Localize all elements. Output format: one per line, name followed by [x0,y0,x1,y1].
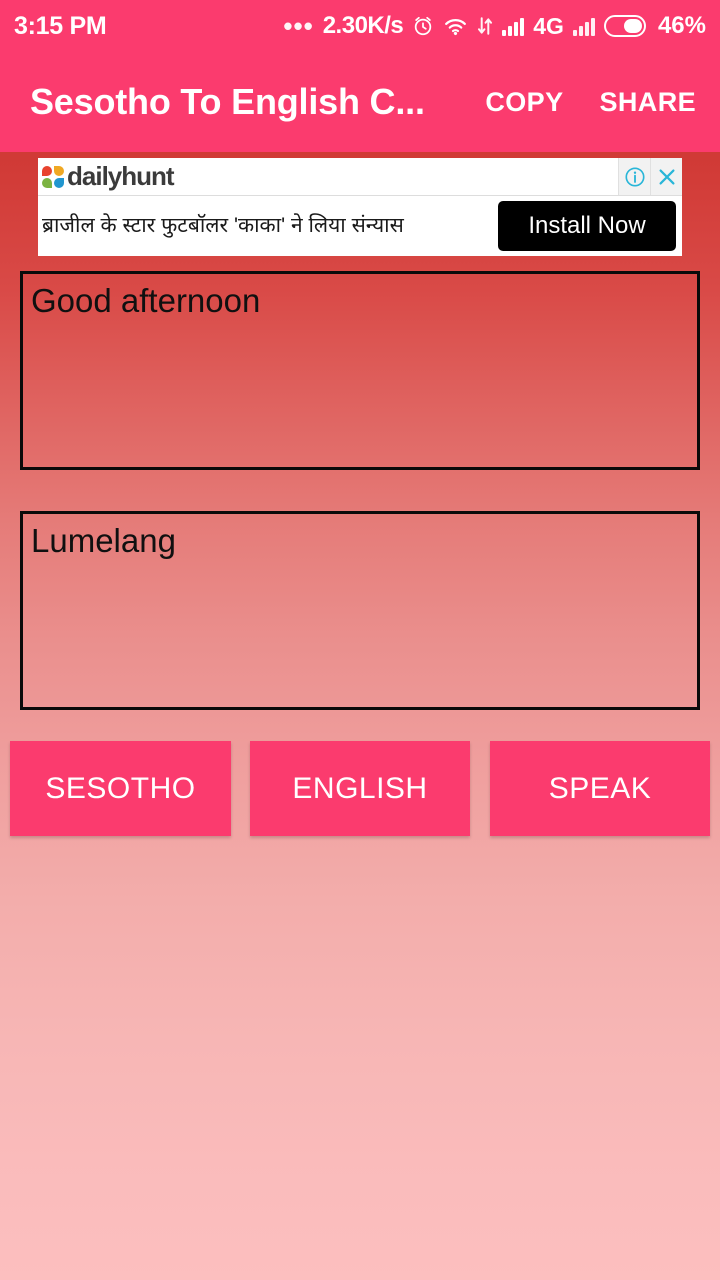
wifi-icon [443,15,468,37]
ad-brand-label: dailyhunt [67,161,175,191]
signal-bars-icon-secondary [572,16,595,36]
ad-header: dailyhunt [38,158,682,196]
network-type-label: 4G [533,12,564,39]
ad-controls [618,158,682,195]
install-now-button[interactable]: Install Now [498,200,676,251]
copy-button[interactable]: COPY [485,87,563,118]
alarm-clock-icon [412,15,434,37]
status-bar-icons: ••• 2.30K/s 4G 46% [283,12,706,40]
speak-button[interactable]: SPEAK [490,741,710,836]
app-bar-actions: COPY SHARE [485,87,696,118]
sesotho-button[interactable]: SESOTHO [10,741,231,836]
battery-icon [603,15,646,37]
network-speed-label: 2.30K/s [322,12,404,39]
signal-bars-icon [502,16,525,36]
english-button[interactable]: ENGLISH [250,741,470,836]
ad-brand-logo: dailyhunt [42,161,175,192]
ad-headline-text: ब्राजील के स्टार फुटबॉलर 'काका' ने लिया … [42,213,404,237]
more-dots-icon: ••• [283,11,314,41]
source-text-input[interactable] [20,271,700,470]
translated-text-output[interactable] [20,511,700,710]
status-bar: 3:15 PM ••• 2.30K/s 4G 46% [0,0,720,52]
ad-body: ब्राजील के स्टार फुटबॉलर 'काका' ने लिया … [38,196,682,255]
page-title: Sesotho To English C... [30,81,425,122]
battery-percent-label: 46% [657,12,706,39]
share-button[interactable]: SHARE [599,87,696,118]
data-transfer-icon [477,15,493,37]
app-background: 3:15 PM ••• 2.30K/s 4G 46% Sesotho To En… [0,0,720,1280]
action-button-row: SESOTHO ENGLISH SPEAK [0,741,720,836]
advertisement-banner[interactable]: dailyhunt ब्राजील के स्टार फुटबॉलर 'काका… [38,158,682,256]
status-bar-clock: 3:15 PM [14,11,107,40]
app-bar: Sesotho To English C... COPY SHARE [0,52,720,152]
info-circle-icon[interactable] [618,158,650,195]
close-x-icon[interactable] [650,158,682,195]
dailyhunt-petals-icon [42,165,64,188]
